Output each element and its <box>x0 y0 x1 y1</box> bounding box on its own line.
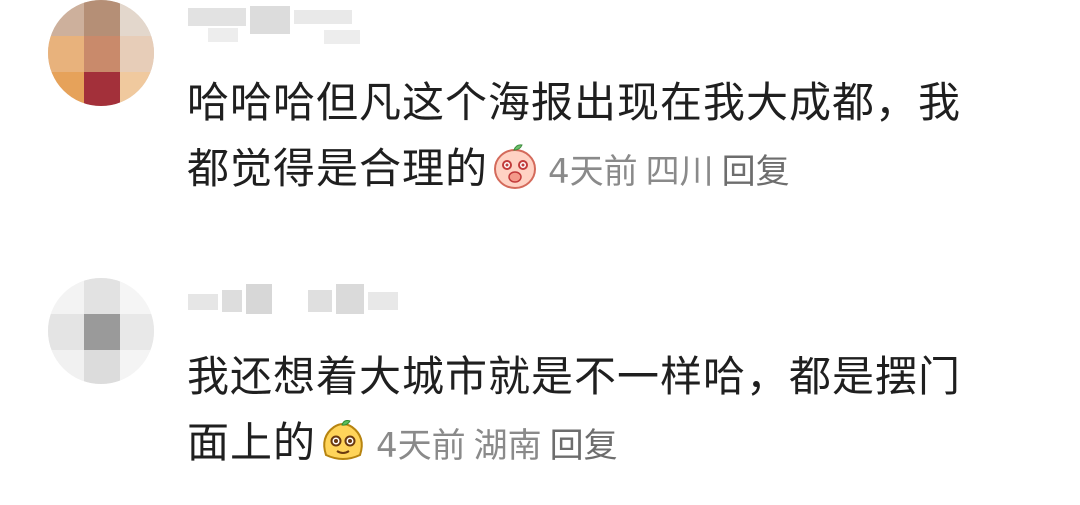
username-blurred[interactable] <box>188 284 408 322</box>
comment-item: 我还想着大城市就是不一样哈，都是摆门 面上的 4天前 湖南 回复 <box>0 278 1080 505</box>
comment-meta: 4天前 四川 回复 <box>540 152 790 192</box>
comment-text-line: 我还想着大城市就是不一样哈，都是摆门 <box>187 352 962 401</box>
comment-time: 4天前 <box>376 426 466 466</box>
comment-location: 湖南 <box>473 426 542 466</box>
comment-time: 4天前 <box>548 152 638 192</box>
comment-text-tail: 面上的 <box>187 418 317 467</box>
reply-button[interactable]: 回复 <box>722 152 790 192</box>
avatar[interactable] <box>48 278 154 384</box>
comment-item: 哈哈哈但凡这个海报出现在我大成都，我 都觉得是合理的 4天前 四川 回复 <box>0 0 1080 250</box>
comment-text: 我还想着大城市就是不一样哈，都是摆门 面上的 4天前 湖南 回复 <box>187 344 1027 479</box>
avatar[interactable] <box>48 0 154 106</box>
reply-button[interactable]: 回复 <box>550 426 618 466</box>
peach-face-sticker-icon <box>494 144 537 189</box>
comment-text-line: 哈哈哈但凡这个海报出现在我大成都，我 <box>187 78 962 127</box>
comment-text: 哈哈哈但凡这个海报出现在我大成都，我 都觉得是合理的 4天前 四川 回复 <box>187 70 1027 205</box>
comment-meta: 4天前 湖南 回复 <box>368 426 618 466</box>
yellow-blob-sticker-icon <box>323 420 363 460</box>
username-blurred[interactable] <box>188 6 388 44</box>
comment-text-line: 面上的 4天前 湖南 回复 <box>187 410 1027 479</box>
comment-location: 四川 <box>645 152 714 192</box>
comment-text-tail: 都觉得是合理的 <box>187 144 489 193</box>
comment-text-line: 都觉得是合理的 4天前 四川 回复 <box>187 136 1027 205</box>
